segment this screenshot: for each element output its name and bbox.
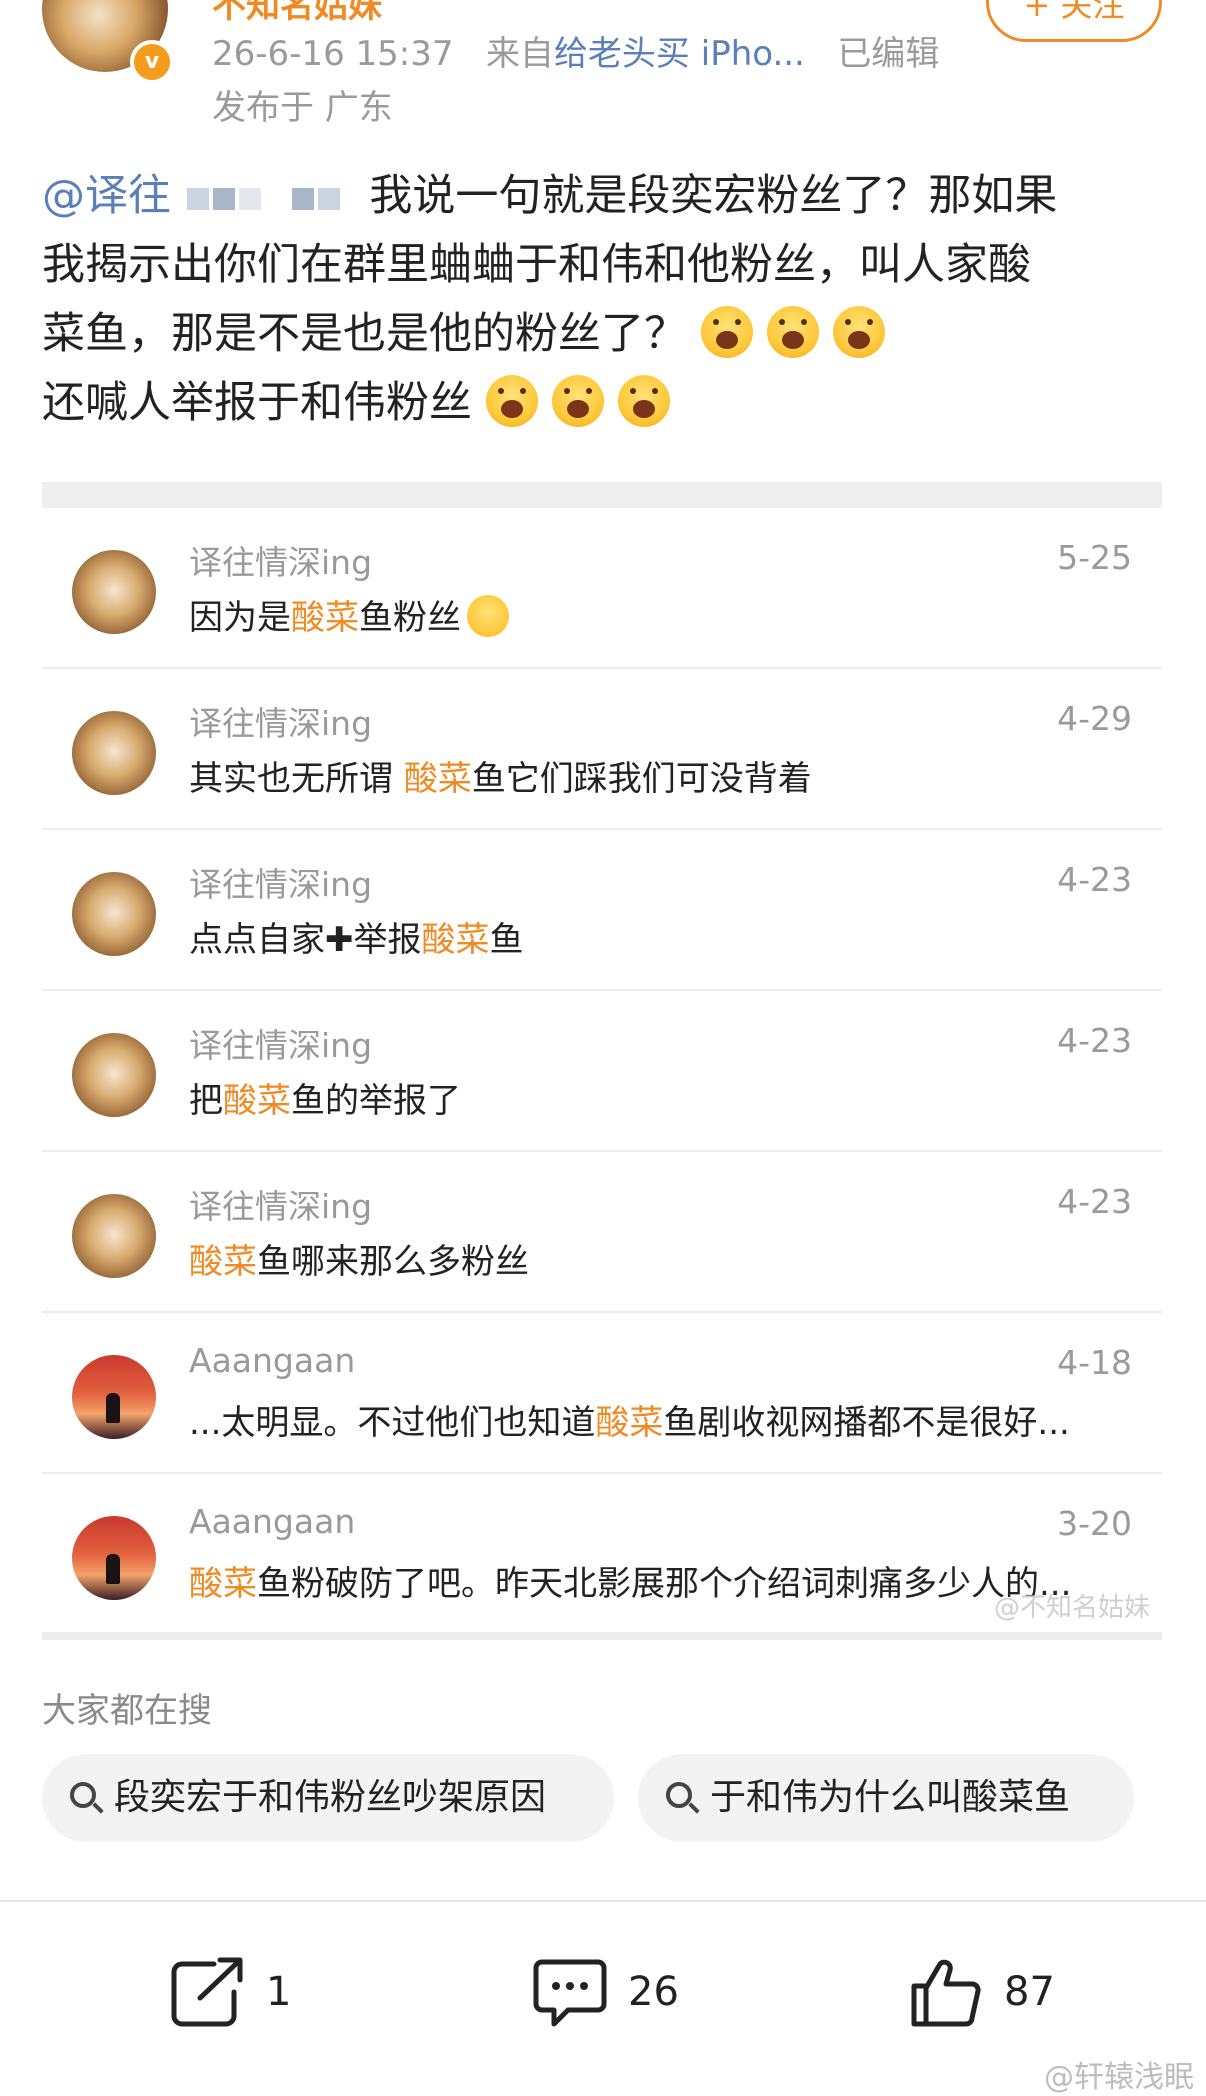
repost-count: 1 bbox=[266, 1969, 292, 2015]
comment-item[interactable]: 译往情深ing 4-23 把酸菜鱼的举报了 bbox=[42, 991, 1162, 1152]
comment-text: 因为是酸菜鱼粉丝 bbox=[189, 590, 1129, 639]
mention-link[interactable]: @译往 bbox=[42, 171, 171, 221]
search-icon bbox=[666, 1782, 692, 1808]
post-line-2: 我揭示出你们在群里蛐蛐于和伟和他粉丝，叫人家酸 bbox=[42, 240, 1031, 290]
like-button[interactable]: 87 bbox=[908, 1952, 1088, 2032]
comment-date: 4-23 bbox=[1057, 1182, 1132, 1221]
search-chip[interactable]: 于和伟为什么叫酸菜鱼 bbox=[638, 1754, 1134, 1842]
astonished-emoji-icon bbox=[767, 306, 819, 358]
commenter-avatar[interactable] bbox=[72, 1355, 156, 1439]
like-count: 87 bbox=[1004, 1969, 1055, 2015]
astonished-emoji-icon bbox=[833, 306, 885, 358]
post-body: @译往 我说一句就是段奕宏粉丝了？那如果 我揭示出你们在群里蛐蛐于和伟和他粉丝，… bbox=[42, 162, 1162, 438]
commenter-avatar[interactable] bbox=[72, 1194, 156, 1278]
comment-text: ...太明显。不过他们也知道酸菜鱼剧收视网播都不是很好... bbox=[189, 1403, 1070, 1443]
comment-button[interactable]: 26 bbox=[532, 1952, 712, 2032]
commenter-avatar[interactable] bbox=[72, 1033, 156, 1117]
author-username[interactable]: 不知名姑妹 bbox=[212, 0, 382, 27]
smirk-emoji-icon bbox=[467, 595, 509, 637]
commenter-name[interactable]: Aaangaan bbox=[189, 1341, 355, 1380]
source-prefix: 来自 bbox=[485, 34, 554, 74]
comment-item[interactable]: 译往情深ing 5-25 因为是酸菜鱼粉丝 bbox=[42, 508, 1162, 669]
edited-label: 已编辑 bbox=[837, 34, 940, 74]
commenter-name[interactable]: 译往情深ing bbox=[189, 536, 372, 584]
mosaic-block bbox=[185, 171, 356, 221]
commenter-avatar[interactable] bbox=[72, 1516, 156, 1600]
outer-watermark: @轩辕浅眠 bbox=[1044, 2060, 1194, 2095]
comment-text: 其实也无所谓 酸菜鱼它们踩我们可没背着 bbox=[189, 759, 812, 799]
comment-text: 点点自家✚举报酸菜鱼 bbox=[189, 920, 524, 960]
comment-date: 3-20 bbox=[1057, 1504, 1132, 1543]
comment-date: 4-18 bbox=[1057, 1343, 1132, 1382]
trending-search-title: 大家都在搜 bbox=[42, 1691, 212, 1731]
commenter-name[interactable]: 译往情深ing bbox=[189, 858, 372, 906]
post-location: 发布于 广东 bbox=[212, 88, 393, 128]
follow-button[interactable]: + 关注 bbox=[986, 0, 1162, 42]
comment-date: 5-25 bbox=[1057, 538, 1132, 577]
repost-icon bbox=[171, 1957, 243, 2027]
action-bar: 1 26 87 @轩辕浅眠 bbox=[0, 1902, 1206, 2095]
comment-text: 酸菜鱼哪来那么多粉丝 bbox=[189, 1242, 529, 1282]
comment-date: 4-29 bbox=[1057, 699, 1132, 738]
commenter-avatar[interactable] bbox=[72, 550, 156, 634]
post-meta: 26-6-16 15:37 来自给老头买 iPho... 已编辑 bbox=[212, 26, 939, 75]
comment-item[interactable]: 译往情深ing 4-23 酸菜鱼哪来那么多粉丝 bbox=[42, 1152, 1162, 1313]
comment-text: 把酸菜鱼的举报了 bbox=[189, 1081, 461, 1121]
commenter-name[interactable]: Aaangaan bbox=[189, 1502, 355, 1541]
comment-item[interactable]: Aaangaan 4-18 ...太明显。不过他们也知道酸菜鱼剧收视网播都不是很… bbox=[42, 1313, 1162, 1474]
search-chip[interactable]: 段奕宏于和伟粉丝吵架原因 bbox=[42, 1754, 614, 1842]
comment-date: 4-23 bbox=[1057, 860, 1132, 899]
comment-item[interactable]: 译往情深ing 4-23 点点自家✚举报酸菜鱼 bbox=[42, 830, 1162, 991]
post-timestamp: 26-6-16 15:37 bbox=[212, 34, 454, 74]
source-device-link[interactable]: 给老头买 iPho... bbox=[554, 34, 805, 74]
search-icon bbox=[70, 1782, 96, 1808]
comment-icon bbox=[533, 1959, 607, 2027]
comment-item[interactable]: 译往情深ing 4-29 其实也无所谓 酸菜鱼它们踩我们可没背着 bbox=[42, 669, 1162, 830]
post-line-3: 菜鱼，那是不是也是他的粉丝了？ bbox=[42, 309, 687, 359]
post-line-4: 还喊人举报于和伟粉丝 bbox=[42, 378, 472, 428]
plus-icon: ✚ bbox=[325, 920, 354, 960]
astonished-emoji-icon bbox=[552, 375, 604, 427]
comment-count: 26 bbox=[628, 1969, 679, 2015]
card-bottom-bar bbox=[42, 1632, 1162, 1640]
comment-text: 酸菜鱼粉破防了吧。昨天北影展那个介绍词刺痛多少人的... bbox=[189, 1564, 1072, 1604]
verified-badge-icon: v bbox=[130, 40, 174, 84]
card-top-bar bbox=[42, 482, 1162, 508]
astonished-emoji-icon bbox=[701, 306, 753, 358]
repost-button[interactable]: 1 bbox=[170, 1952, 330, 2032]
commenter-avatar[interactable] bbox=[72, 872, 156, 956]
commenter-name[interactable]: 译往情深ing bbox=[189, 697, 372, 745]
commenter-avatar[interactable] bbox=[72, 711, 156, 795]
post-header: v 不知名姑妹 26-6-16 15:37 来自给老头买 iPho... 已编辑… bbox=[0, 0, 1206, 140]
astonished-emoji-icon bbox=[618, 375, 670, 427]
embedded-screenshot-card: 译往情深ing 5-25 因为是酸菜鱼粉丝 译往情深ing 4-29 其实也无所… bbox=[42, 482, 1162, 1640]
commenter-name[interactable]: 译往情深ing bbox=[189, 1019, 372, 1067]
inner-watermark: @不知名姑妹 bbox=[993, 1593, 1150, 1623]
commenter-name[interactable]: 译往情深ing bbox=[189, 1180, 372, 1228]
comment-date: 4-23 bbox=[1057, 1021, 1132, 1060]
post-line-1: 我说一句就是段奕宏粉丝了？那如果 bbox=[369, 171, 1058, 221]
astonished-emoji-icon bbox=[486, 375, 538, 427]
thumbs-up-icon bbox=[911, 1959, 981, 2027]
